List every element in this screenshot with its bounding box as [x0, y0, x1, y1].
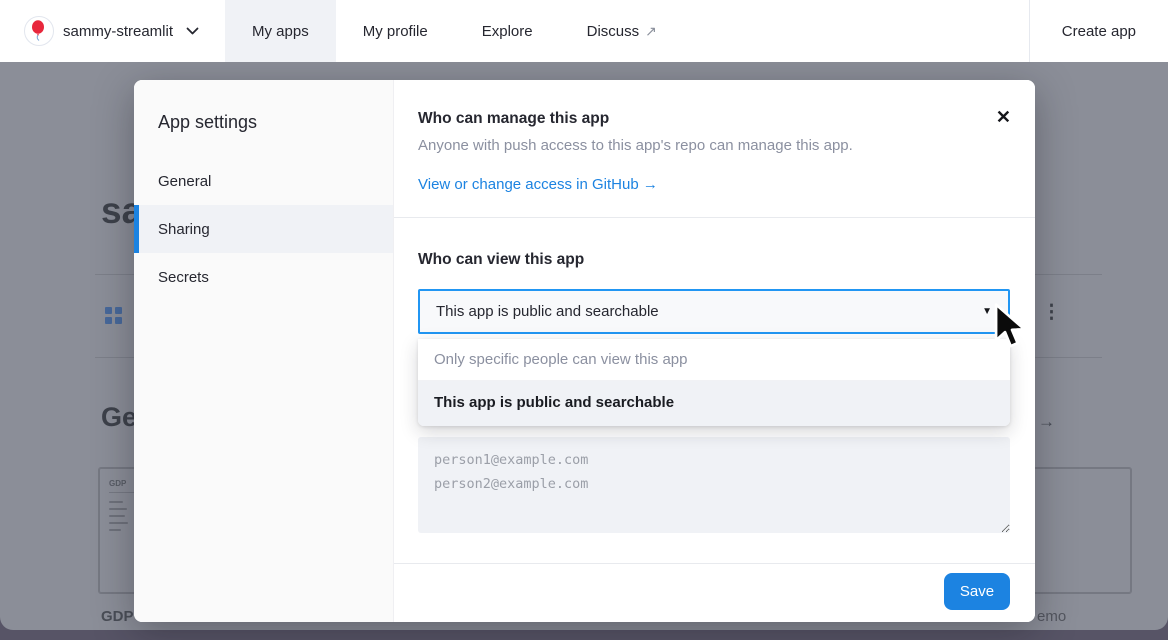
nav-tabs: My apps My profile Explore Discuss ↗ — [225, 0, 684, 62]
tab-label: Explore — [482, 23, 533, 40]
workspace-switcher[interactable]: sammy-streamlit — [0, 0, 199, 62]
tab-label: My apps — [252, 23, 309, 40]
create-app-button[interactable]: Create app — [1029, 0, 1168, 62]
footer-divider — [394, 563, 1035, 564]
app-caption-fragment: GDP — [101, 608, 134, 625]
apps-grid-icon — [105, 307, 122, 324]
dropdown-option-public-searchable[interactable]: This app is public and searchable — [418, 381, 1010, 426]
top-navbar: sammy-streamlit My apps My profile Explo… — [0, 0, 1168, 62]
viewer-emails-textarea[interactable] — [418, 437, 1010, 533]
tab-my-profile[interactable]: My profile — [336, 0, 455, 62]
manage-section-heading: Who can manage this app — [418, 110, 609, 128]
section-divider — [394, 217, 1035, 218]
balloon-icon — [24, 16, 54, 46]
external-link-icon: ↗ — [645, 23, 657, 40]
view-section-heading: Who can view this app — [418, 251, 584, 269]
app-settings-modal: App settings General Sharing Secrets ✕ W… — [134, 80, 1035, 622]
select-value: This app is public and searchable — [436, 303, 659, 320]
viewer-access-select[interactable]: This app is public and searchable ▼ — [418, 289, 1010, 334]
sidebar-item-sharing[interactable]: Sharing — [134, 205, 393, 253]
modal-title: App settings — [134, 80, 393, 157]
tab-label: Discuss — [587, 23, 640, 40]
close-icon[interactable]: ✕ — [996, 108, 1011, 126]
manage-section-description: Anyone with push access to this app's re… — [418, 137, 853, 154]
kebab-menu-icon: ⋮ — [1042, 303, 1061, 322]
tab-label: My profile — [363, 23, 428, 40]
code-preview — [109, 501, 128, 531]
save-button[interactable]: Save — [944, 573, 1010, 610]
caret-down-icon: ▼ — [982, 306, 992, 317]
tab-my-apps[interactable]: My apps — [225, 0, 336, 62]
viewer-access-dropdown: Only specific people can view this app T… — [418, 339, 1010, 426]
sidebar-item-label: General — [158, 173, 211, 190]
modal-content: ✕ Who can manage this app Anyone with pu… — [394, 80, 1035, 622]
modal-sidebar: App settings General Sharing Secrets — [134, 80, 394, 622]
sidebar-item-general[interactable]: General — [134, 157, 393, 205]
create-app-label: Create app — [1062, 23, 1136, 40]
tab-explore[interactable]: Explore — [455, 0, 560, 62]
sidebar-item-label: Sharing — [158, 221, 210, 238]
workspace-name: sammy-streamlit — [63, 23, 173, 40]
dropdown-option-specific-people[interactable]: Only specific people can view this app — [418, 339, 1010, 381]
app-caption-fragment: emo — [1037, 608, 1066, 625]
sidebar-item-secrets[interactable]: Secrets — [134, 253, 393, 301]
sidebar-item-label: Secrets — [158, 269, 209, 286]
github-access-link[interactable]: View or change access in GitHub → — [418, 176, 658, 193]
arrow-right-icon: → — [1038, 412, 1055, 432]
tab-discuss[interactable]: Discuss ↗ — [560, 0, 684, 62]
chevron-down-icon — [186, 27, 199, 35]
